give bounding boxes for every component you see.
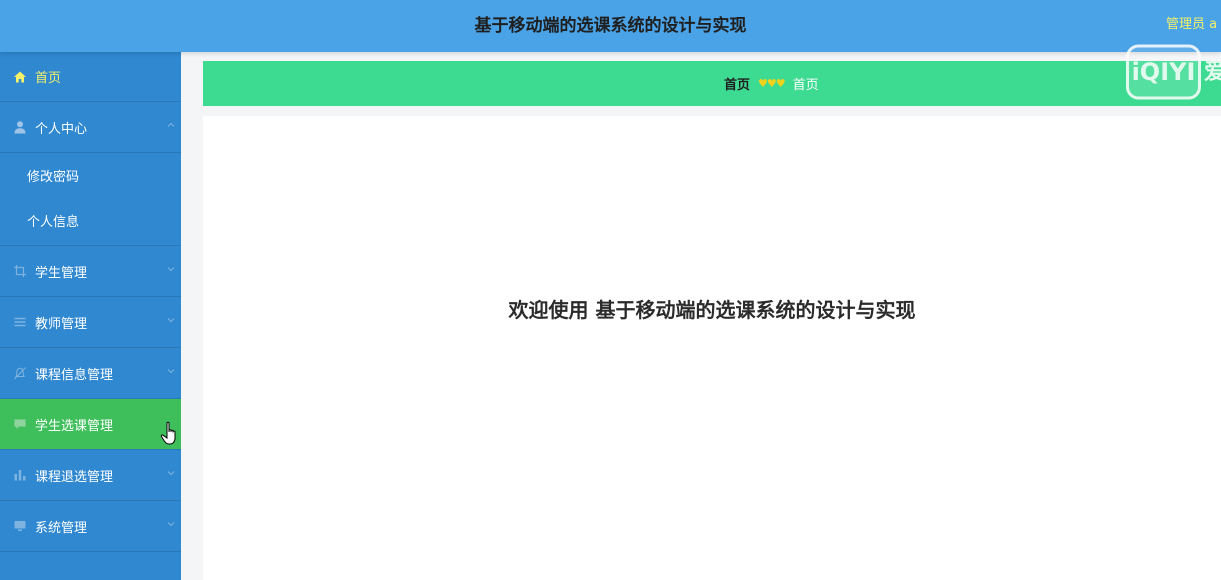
- sidebar-item-course-info-management[interactable]: 课程信息管理: [0, 348, 181, 399]
- sidebar-subitem-change-password[interactable]: 修改密码: [0, 153, 181, 198]
- crop-icon: [13, 264, 27, 278]
- chevron-down-icon: [167, 265, 175, 273]
- sidebar-item-student-course-selection[interactable]: 学生选课管理: [0, 399, 181, 450]
- sidebar-item-label: 学生选课管理: [35, 418, 114, 434]
- main-content: 欢迎使用 基于移动端的选课系统的设计与实现: [203, 116, 1221, 580]
- menu-icon: [13, 315, 27, 329]
- chevron-down-icon: [167, 469, 175, 477]
- bell-off-icon: [13, 366, 27, 380]
- watermark-logo-text: iQIYI: [1132, 58, 1196, 86]
- breadcrumb: 首页 ♥♥♥ 首页: [203, 61, 1221, 106]
- home-icon: [13, 70, 27, 84]
- breadcrumb-separator-hearts-icon: ♥♥♥: [758, 77, 786, 90]
- sidebar-item-label: 学生管理: [35, 265, 88, 281]
- sidebar-item-label: 课程信息管理: [35, 367, 114, 383]
- breadcrumb-home-link[interactable]: 首页: [724, 74, 750, 93]
- breadcrumb-current: 首页: [792, 78, 819, 93]
- sidebar-item-teacher-management[interactable]: 教师管理: [0, 297, 181, 348]
- top-header: 基于移动端的选课系统的设计与实现 管理员 a: [0, 0, 1221, 52]
- chevron-down-icon: [167, 367, 175, 375]
- hand-cursor-icon: [160, 421, 180, 447]
- personal-center-submenu: 修改密码 个人信息: [0, 153, 181, 246]
- user-icon: [13, 120, 27, 134]
- chevron-down-icon: [167, 520, 175, 528]
- sidebar-item-label: 个人中心: [35, 121, 88, 137]
- sidebar: 首页 个人中心 修改密码 个人信息 学生管理 教师管理 课程信息管理 学生选课管…: [0, 52, 181, 580]
- sidebar-item-system-management[interactable]: 系统管理: [0, 501, 181, 552]
- sidebar-item-course-withdrawal[interactable]: 课程退选管理: [0, 450, 181, 501]
- sidebar-item-label: 课程退选管理: [35, 469, 114, 485]
- sidebar-item-home[interactable]: 首页: [0, 52, 181, 102]
- sidebar-item-label: 系统管理: [35, 520, 88, 536]
- monitor-icon: [13, 519, 27, 533]
- sidebar-subitem-personal-info[interactable]: 个人信息: [0, 198, 181, 243]
- chevron-up-icon: [167, 121, 175, 129]
- sidebar-item-personal-center[interactable]: 个人中心: [0, 102, 181, 153]
- sidebar-item-student-management[interactable]: 学生管理: [0, 246, 181, 297]
- welcome-message: 欢迎使用 基于移动端的选课系统的设计与实现: [508, 298, 916, 322]
- sidebar-item-label: 首页: [35, 71, 62, 86]
- watermark-trail-char: 爱: [1204, 60, 1221, 85]
- message-icon: [13, 417, 27, 431]
- app-title: 基于移动端的选课系统的设计与实现: [474, 16, 747, 36]
- bar-chart-icon: [13, 468, 27, 482]
- chevron-down-icon: [167, 316, 175, 324]
- app-root: 基于移动端的选课系统的设计与实现 管理员 a 首页 个人中心 修改密码 个人信息: [0, 0, 1221, 580]
- iqiyi-watermark-logo-icon: iQIYI 爱: [1126, 44, 1221, 102]
- sidebar-item-label: 教师管理: [35, 316, 88, 332]
